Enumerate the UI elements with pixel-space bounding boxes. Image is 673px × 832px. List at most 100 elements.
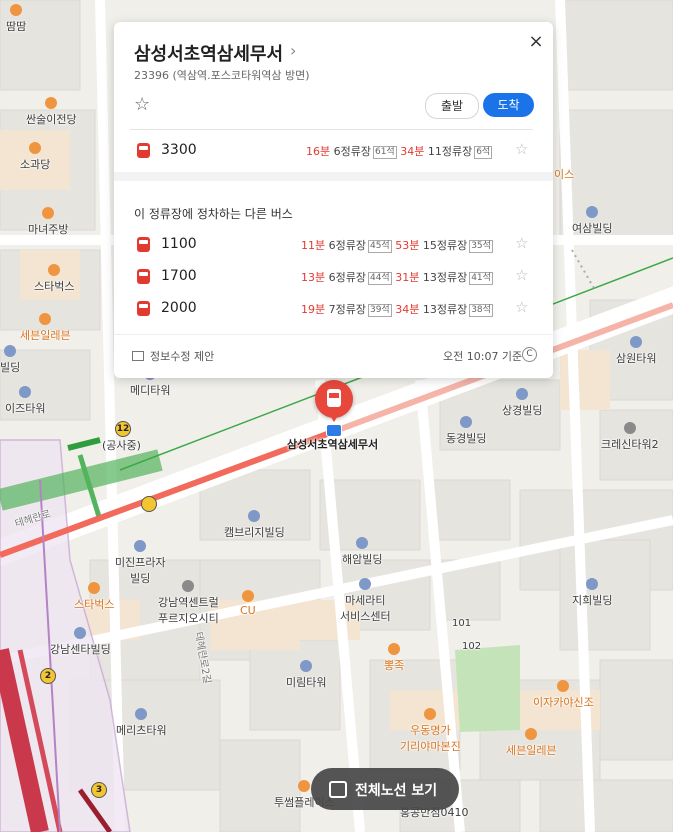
poi-label[interactable]: 싼술이전당: [26, 97, 77, 127]
favorite-star-icon[interactable]: ☆: [515, 298, 528, 316]
arrival-minutes: 16분: [306, 145, 331, 158]
poi-text: 강남센타빌딩: [50, 643, 111, 656]
bus-row[interactable]: 1700 13분 6정류장 44석 31분 13정류장 41석 ☆: [134, 266, 534, 288]
poi-label[interactable]: 삼원타워: [616, 336, 656, 366]
bus-icon: [327, 389, 341, 407]
poi-label[interactable]: 세븐일레븐: [20, 313, 71, 343]
cafe-icon: [88, 582, 101, 594]
panel-title[interactable]: 삼성서초역삼세무서: [134, 40, 283, 66]
poi-label[interactable]: 크레신타워2: [601, 422, 659, 452]
arrival-stops: 13정류장: [422, 303, 468, 316]
bus-icon: [137, 237, 150, 252]
route-icon: [329, 781, 347, 798]
poi-text: 동경빌딩: [446, 432, 487, 445]
edit-suggest-link[interactable]: 정보수정 제안: [150, 348, 214, 364]
bus-icon: [137, 301, 150, 316]
poi-label[interactable]: 지희빌딩: [572, 578, 612, 608]
poi-text: 메디타워: [130, 384, 171, 397]
subway-exit-badge[interactable]: 12: [115, 421, 131, 437]
poi-label[interactable]: 동경빌딩: [446, 416, 486, 446]
building-icon: [586, 206, 599, 218]
subway-exit-badge[interactable]: 2: [40, 668, 56, 684]
poi-label[interactable]: 여삼빌딩: [572, 206, 612, 236]
poi-text: 서비스센터: [340, 610, 391, 623]
store-icon: [39, 313, 52, 325]
poi-label[interactable]: 이자카야신조: [533, 680, 594, 710]
store-icon: [241, 590, 254, 602]
refresh-icon[interactable]: C: [522, 347, 537, 362]
building-icon: [300, 660, 313, 672]
building-icon: [460, 416, 473, 428]
poi-label[interactable]: 강남역센트럴 푸르지오시티: [158, 580, 219, 626]
poi-label[interactable]: CU: [240, 590, 256, 617]
arrival-stops: 7정류장: [328, 303, 366, 316]
poi-text: 소과당: [20, 158, 51, 171]
poi-label[interactable]: 마세라티서비스센터: [340, 578, 391, 624]
poi-label[interactable]: (공사중): [102, 437, 141, 453]
poi-label[interactable]: 스타벅스: [74, 582, 114, 612]
bus-row[interactable]: 1100 11분 6정류장 45석 53분 15정류장 35석 ☆: [134, 234, 534, 256]
building-icon: [19, 386, 32, 398]
poi-label[interactable]: 뽕족: [384, 643, 404, 673]
subway-exit-badge[interactable]: 3: [91, 782, 107, 798]
bus-number: 2000: [161, 300, 197, 316]
poi-text: 삼원타워: [616, 352, 657, 365]
poi-label[interactable]: 마녀주방: [28, 207, 68, 237]
arrival-minutes: 11분: [301, 239, 326, 252]
favorite-star-icon[interactable]: ☆: [134, 94, 150, 115]
arrival-stops: 6정류장: [328, 271, 366, 284]
seat-badge: 41석: [469, 272, 493, 285]
bus-number: 3300: [161, 142, 197, 158]
favorite-star-icon[interactable]: ☆: [515, 140, 528, 158]
bus-row[interactable]: 2000 19분 7정류장 39석 34분 13정류장 38석 ☆: [134, 298, 534, 320]
arrival-minutes: 13분: [301, 271, 326, 284]
poi-label[interactable]: 우동명가 기리야마본진: [400, 708, 461, 754]
stop-subtitle: 23396 (역삼역.포스코타워역삼 방면): [134, 69, 310, 82]
poi-label[interactable]: 세븐일레븐: [506, 728, 557, 758]
building-icon: [134, 540, 147, 552]
favorite-star-icon[interactable]: ☆: [515, 266, 528, 284]
section-divider: [114, 172, 553, 181]
poi-label[interactable]: 미림타워: [286, 660, 326, 690]
poi-label[interactable]: 메리츠타워: [116, 708, 167, 738]
poi-label[interactable]: 상경빌딩: [502, 388, 542, 418]
poi-label[interactable]: 스타벅스: [34, 264, 74, 294]
poi-text: (공사중): [102, 439, 141, 452]
poi-text: 스타벅스: [74, 598, 115, 611]
building-icon: [74, 627, 87, 639]
depart-button[interactable]: 출발: [425, 93, 479, 119]
poi-text: 마세라티: [345, 594, 386, 607]
bus-stop-marker[interactable]: [315, 380, 353, 422]
arrive-button[interactable]: 도착: [483, 93, 534, 117]
poi-label[interactable]: 땀땀: [6, 4, 26, 34]
arrival-info: 16분 6정류장 61석 34분 11정류장 6석: [306, 143, 493, 159]
poi-label[interactable]: 캠브리지빌딩: [224, 510, 285, 540]
poi-text: 102: [462, 641, 482, 652]
seat-badge: 61석: [372, 146, 397, 159]
building-icon: [356, 537, 369, 549]
poi-text: 기리야마본진: [400, 740, 461, 753]
restaurant-icon: [45, 97, 58, 109]
poi-label[interactable]: 빌딩: [0, 345, 20, 375]
poi-label[interactable]: 강남센타빌딩: [50, 627, 111, 657]
poi-label[interactable]: 소과당: [20, 142, 50, 172]
restaurant-icon: [424, 708, 437, 720]
poi-label[interactable]: 이스: [554, 166, 574, 182]
poi-label[interactable]: 해암빌딩: [342, 537, 382, 567]
seat-badge: 38석: [469, 304, 493, 317]
subway-exit-badge[interactable]: [141, 496, 157, 512]
poi-text: 푸르지오시티: [158, 612, 219, 625]
poi-text: 여삼빌딩: [572, 222, 613, 235]
close-button[interactable]: ×: [526, 32, 546, 52]
chevron-right-icon[interactable]: ›: [290, 41, 296, 60]
bus-row[interactable]: 3300 16분 6정류장 61석 34분 11정류장 6석 ☆: [134, 140, 534, 162]
edit-suggest-icon[interactable]: [132, 351, 144, 361]
poi-text: 101: [452, 618, 472, 629]
building-icon: [248, 510, 261, 522]
full-route-button[interactable]: 전체노선 보기: [311, 768, 459, 810]
favorite-star-icon[interactable]: ☆: [515, 234, 528, 252]
poi-label[interactable]: 이즈타워: [5, 386, 45, 416]
building-icon: [623, 422, 636, 434]
arrival-stops: 15정류장: [422, 239, 468, 252]
arrival-stops: 13정류장: [422, 271, 468, 284]
